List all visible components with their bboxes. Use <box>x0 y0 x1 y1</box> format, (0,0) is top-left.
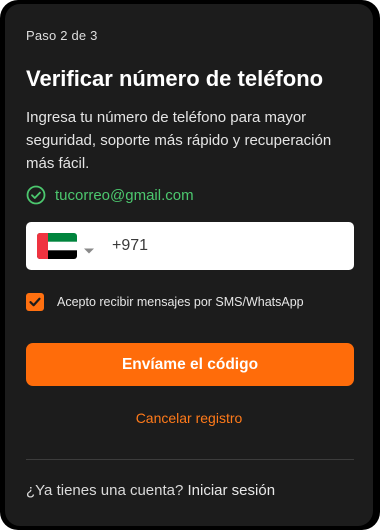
check-circle-icon <box>26 185 46 205</box>
page-title: Verificar número de teléfono <box>26 66 324 91</box>
description-text: Ingresa tu número de teléfono para mayor… <box>26 109 332 172</box>
login-prompt: ¿Ya tienes una cuenta? Iniciar sesión <box>26 482 275 499</box>
cancel-registration-link[interactable]: Cancelar registro <box>5 410 373 426</box>
divider <box>26 459 354 460</box>
consent-checkbox[interactable] <box>26 293 44 311</box>
phone-field <box>26 222 354 270</box>
consent-label: Acepto recibir mensajes por SMS/WhatsApp <box>57 295 304 309</box>
screen-frame: Paso 2 de 3 Verificar número de teléfono… <box>0 0 380 530</box>
login-link[interactable]: Iniciar sesión <box>188 482 276 499</box>
email-text: tucorreo@gmail.com <box>55 186 194 204</box>
verified-email: tucorreo@gmail.com <box>26 184 194 206</box>
step-indicator: Paso 2 de 3 <box>26 28 98 43</box>
country-code-dropdown[interactable] <box>37 230 95 262</box>
caret-down-icon <box>83 242 95 254</box>
send-code-button[interactable]: Envíame el código <box>26 343 354 386</box>
phone-number-input[interactable] <box>112 226 332 266</box>
checkmark-icon <box>29 297 41 307</box>
sms-consent[interactable]: Acepto recibir mensajes por SMS/WhatsApp <box>26 293 304 311</box>
uae-flag-icon <box>37 233 77 259</box>
login-question: ¿Ya tienes una cuenta? <box>26 482 188 499</box>
verification-panel: Paso 2 de 3 Verificar número de teléfono… <box>5 4 373 526</box>
